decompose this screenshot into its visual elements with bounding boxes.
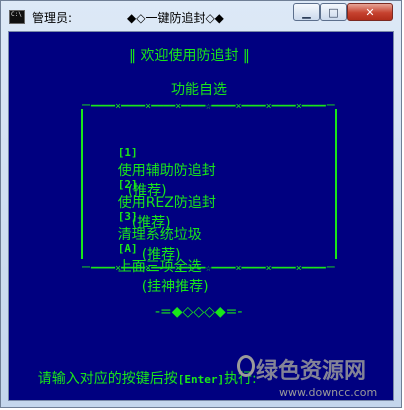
decoration-diamonds: -=◆◇◇◇◆=- bbox=[155, 304, 243, 320]
watermark-brand: 绿色资源网 bbox=[256, 359, 367, 384]
maximize-button[interactable]: □ bbox=[320, 3, 347, 21]
close-button[interactable]: ✕ bbox=[347, 3, 393, 21]
input-prompt: 请输入对应的按键后按[Enter]执行: bbox=[11, 352, 257, 400]
welcome-banner: ‖ 欢迎使用防追封 ‖ bbox=[129, 48, 250, 64]
menu-item-key: [3] bbox=[117, 210, 138, 223]
console-output[interactable]: ‖ 欢迎使用防追封 ‖ 功能自选 ー━━━━×━━━━×━━━━×━━━━☆━━… bbox=[8, 31, 394, 401]
cmd-icon-label: C:\ bbox=[11, 11, 22, 18]
menu-bottom-rule: ー━━━━×━━━━×━━━━×━━━━☆━━━━×━━━━×━━━━×━━━━… bbox=[81, 263, 336, 273]
menu-item-key: [1] bbox=[117, 146, 138, 159]
minimize-button[interactable]: ▁ bbox=[293, 3, 320, 21]
console-window: C:\ 管理员: ◆◇一键防追封◇◆ ▁ □ ✕ ‖ 欢迎使用防追封 ‖ 功能自… bbox=[0, 0, 402, 408]
watermark-logo-icon bbox=[237, 355, 255, 377]
watermark-url: www.downcc.com bbox=[279, 386, 378, 399]
minimize-icon: ▁ bbox=[302, 5, 311, 19]
cmd-app-icon[interactable]: C:\ bbox=[9, 10, 25, 24]
window-title: ◆◇一键防追封◇◆ bbox=[127, 11, 224, 25]
title-bar[interactable]: C:\ 管理员: ◆◇一键防追封◇◆ ▁ □ ✕ bbox=[1, 1, 401, 32]
maximize-icon: □ bbox=[328, 5, 339, 19]
menu-item-key: [2] bbox=[117, 178, 138, 191]
window-title-prefix: 管理员: bbox=[32, 11, 73, 25]
menu-item-key: [A] bbox=[117, 242, 138, 255]
close-icon: ✕ bbox=[365, 5, 375, 19]
section-title: 功能自选 bbox=[171, 82, 227, 98]
menu-item-tag: (挂神推荐) bbox=[141, 279, 209, 295]
prompt-text: 请输入对应的按键后按 bbox=[37, 371, 178, 387]
prompt-enter-key: [Enter] bbox=[177, 373, 225, 386]
